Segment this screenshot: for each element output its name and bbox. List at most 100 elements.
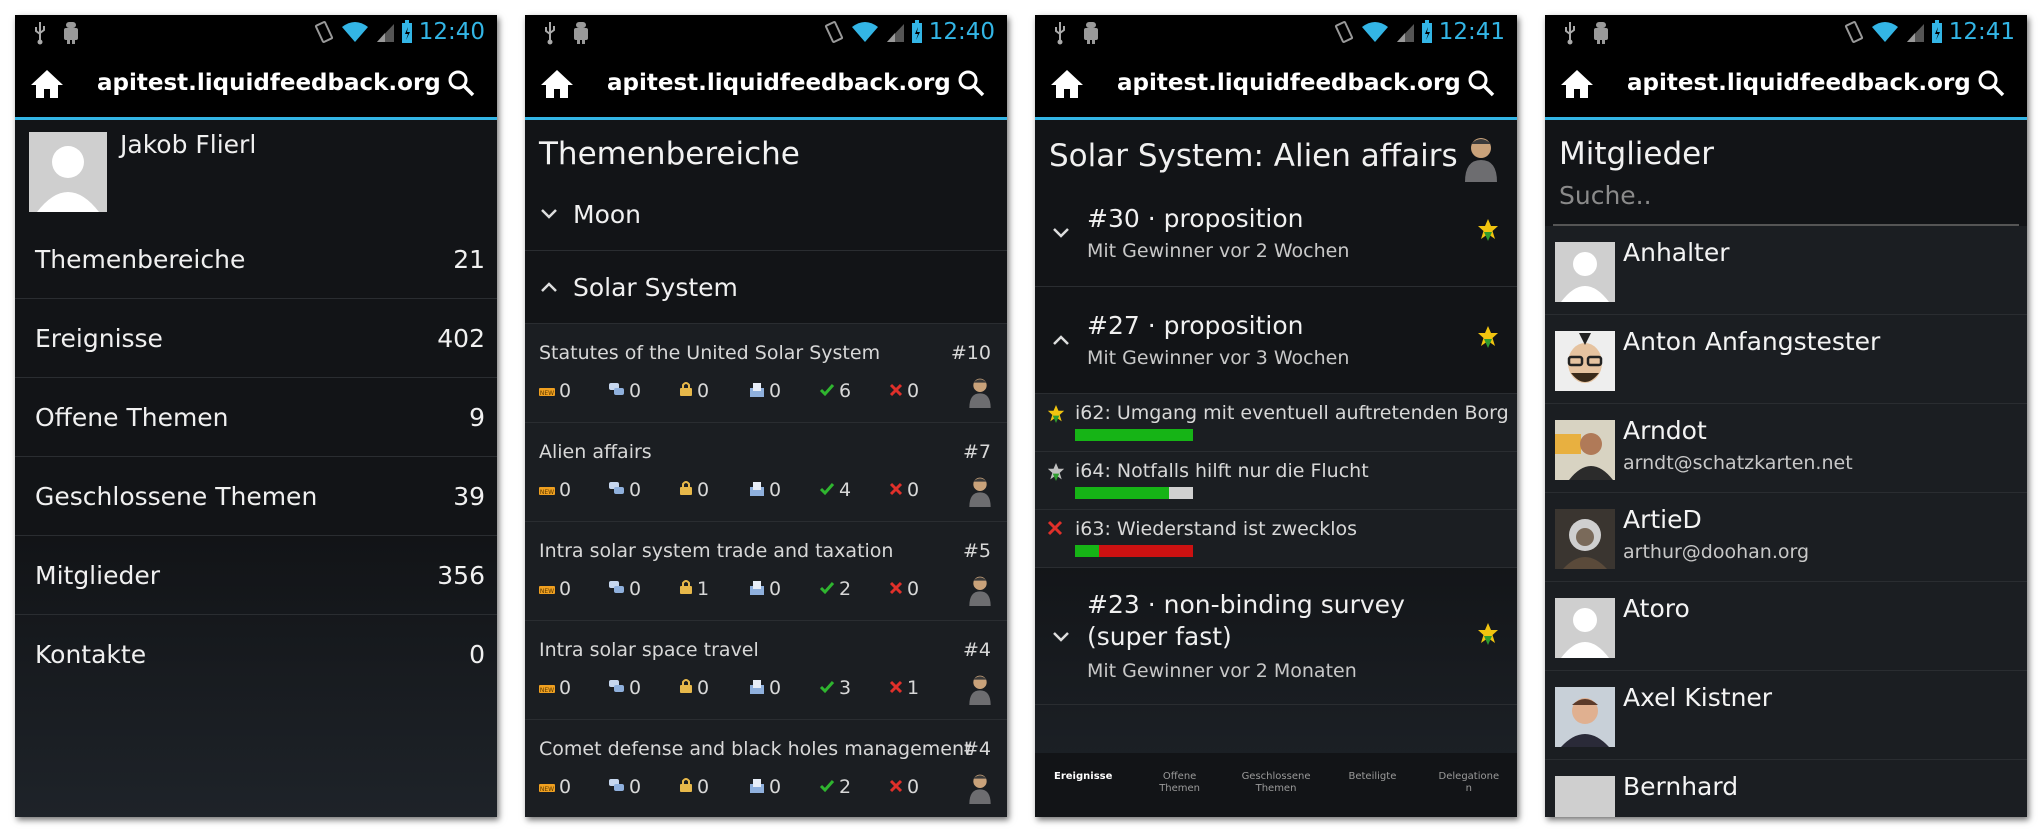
signal-icon <box>886 24 904 42</box>
area-label: Solar System <box>573 272 738 302</box>
initiative-i63[interactable]: i63: Wiederstand ist zwecklos <box>1035 510 1517 568</box>
comments-icon <box>609 677 625 699</box>
issue-title: Intra solar space travel <box>539 639 759 661</box>
bottom-tab-bar: Ereignisse Offene Themen Geschlossene Them… <box>1035 753 1517 817</box>
ballot-icon <box>749 380 765 402</box>
issue-row[interactable]: Intra solar space travel #4 NEW 0 0 0 0 3 1 <box>525 621 1007 720</box>
action-bar: apitest.liquidfeedback.org <box>15 51 497 120</box>
android-debug-icon <box>1084 22 1098 44</box>
menu-count: 39 <box>453 481 485 511</box>
proposition-30[interactable]: #30 · proposition Mit Gewinner vor 2 Woc… <box>1035 180 1517 287</box>
wifi-icon <box>1361 22 1388 42</box>
menu-label: Kontakte <box>35 639 147 669</box>
member-row[interactable]: Anton Anfangstester <box>1545 315 2027 404</box>
member-row[interactable]: Arndot arndt@schatzkarten.net <box>1545 404 2027 493</box>
proposition-27[interactable]: #27 · proposition Mit Gewinner vor 3 Woc… <box>1035 287 1517 394</box>
chevron-down-icon <box>1053 228 1069 238</box>
check-icon <box>819 479 835 501</box>
usb-icon <box>1565 22 1575 45</box>
search-input[interactable] <box>1557 180 2001 211</box>
tab-ereignisse[interactable]: Ereignisse <box>1035 753 1131 817</box>
issue-stat: 0 <box>889 776 959 798</box>
proposition-title: #30 · proposition <box>1087 204 1304 233</box>
page-title: Themenbereiche <box>539 136 800 172</box>
tab-geschlossene-themen[interactable]: Geschlossene Themen <box>1228 753 1324 817</box>
issue-stat: 0 <box>679 479 749 501</box>
search-icon[interactable] <box>957 69 985 97</box>
member-row[interactable]: Anhalter <box>1545 226 2027 315</box>
menu-count: 0 <box>469 639 485 669</box>
lock-icon <box>679 380 693 402</box>
search-icon[interactable] <box>1977 69 2005 97</box>
home-icon[interactable] <box>1049 68 1085 100</box>
action-bar: apitest.liquidfeedback.org <box>525 51 1007 120</box>
menu-item-geschlossene-themen[interactable]: Geschlossene Themen 39 <box>15 457 497 536</box>
home-icon[interactable] <box>1559 68 1595 100</box>
area-row-solar-system[interactable]: Solar System <box>525 251 1007 324</box>
issue-title: Intra solar system trade and taxation <box>539 540 894 562</box>
home-icon[interactable] <box>539 68 575 100</box>
lock-icon <box>679 677 693 699</box>
phone-screen-members: 12:41 apitest.liquidfeedback.org Mitglie… <box>1545 15 2027 817</box>
android-debug-icon <box>1594 22 1608 44</box>
member-row[interactable]: ArtieD arthur@doohan.org <box>1545 493 2027 582</box>
stat-value: 4 <box>839 479 852 501</box>
menu-item-ereignisse[interactable]: Ereignisse 402 <box>15 299 497 378</box>
member-name: Atoro <box>1623 594 1690 623</box>
stat-value: 0 <box>697 776 710 798</box>
area-row-moon[interactable]: Moon <box>525 178 1007 251</box>
chevron-down-icon <box>1053 632 1069 642</box>
issue-stat: NEW 0 <box>539 380 609 402</box>
issue-row[interactable]: Intra solar system trade and taxation #5 N… <box>525 522 1007 621</box>
person-avatar-icon <box>1465 138 1497 182</box>
issue-stat: NEW 0 <box>539 677 609 699</box>
area-header: Solar System: Alien affairs <box>1035 120 1517 182</box>
person-avatar-icon <box>965 475 995 511</box>
initiative-i62[interactable]: i62: Umgang mit eventuell auftretenden B… <box>1035 394 1517 452</box>
menu-item-mitglieder[interactable]: Mitglieder 356 <box>15 536 497 615</box>
winner-medal-icon <box>1478 219 1498 241</box>
silver-medal-icon <box>1047 463 1065 481</box>
search-icon[interactable] <box>1467 69 1495 97</box>
menu-count: 21 <box>453 244 485 274</box>
issue-row[interactable]: Comet defense and black holes management… <box>525 720 1007 817</box>
vote-bar <box>1075 487 1193 499</box>
user-profile[interactable]: Jakob Flierl <box>15 120 497 220</box>
new-icon: NEW <box>539 479 555 501</box>
usb-icon <box>1055 22 1065 45</box>
issue-stat: 0 <box>679 677 749 699</box>
tab-offene-themen[interactable]: Offene Themen <box>1131 753 1227 817</box>
ballot-icon <box>749 776 765 798</box>
member-row[interactable]: Atoro <box>1545 582 2027 671</box>
app-title: apitest.liquidfeedback.org <box>1627 70 1971 96</box>
vote-bar <box>1075 545 1193 557</box>
battery-icon <box>1421 20 1432 43</box>
menu-item-themenbereiche[interactable]: Themenbereiche 21 <box>15 220 497 299</box>
issue-row[interactable]: Alien affairs #7 NEW 0 0 0 0 4 0 <box>525 423 1007 522</box>
tab-beteiligte[interactable]: Beteiligte <box>1324 753 1420 817</box>
stat-value: 0 <box>629 677 642 699</box>
menu-label: Offene Themen <box>35 402 229 432</box>
proposition-23[interactable]: #23 · non-binding survey (super fast) Mi… <box>1035 568 1517 705</box>
issue-row[interactable]: Statutes of the United Solar System #10 NE… <box>525 324 1007 423</box>
member-row[interactable]: Axel Kistner <box>1545 671 2027 760</box>
issue-stat: 0 <box>749 380 819 402</box>
search-icon[interactable] <box>447 69 475 97</box>
issue-stat: 3 <box>819 677 889 699</box>
stat-value: 1 <box>907 677 920 699</box>
issue-title: Alien affairs <box>539 441 652 463</box>
member-row[interactable]: Bernhard <box>1545 760 2027 817</box>
winner-medal-icon <box>1047 405 1065 423</box>
home-icon[interactable] <box>29 68 65 100</box>
members-list: Mitglieder Anhalter Anton Anfangstester Ar… <box>1545 120 2027 817</box>
menu-item-kontakte[interactable]: Kontakte 0 <box>15 615 497 693</box>
member-name: Arndot <box>1623 416 1707 445</box>
menu-item-offene-themen[interactable]: Offene Themen 9 <box>15 378 497 457</box>
vote-bar-approval <box>1075 429 1193 441</box>
page-title: Mitglieder <box>1559 136 1714 172</box>
tab-delegationen[interactable]: Delegatione n <box>1421 753 1517 817</box>
issue-title: Comet defense and black holes management <box>539 738 972 760</box>
issue-stat: 0 <box>749 479 819 501</box>
main-menu: Jakob Flierl Themenbereiche 21 Ereignisse… <box>15 120 497 817</box>
initiative-i64[interactable]: i64: Notfalls hilft nur die Flucht <box>1035 452 1517 510</box>
